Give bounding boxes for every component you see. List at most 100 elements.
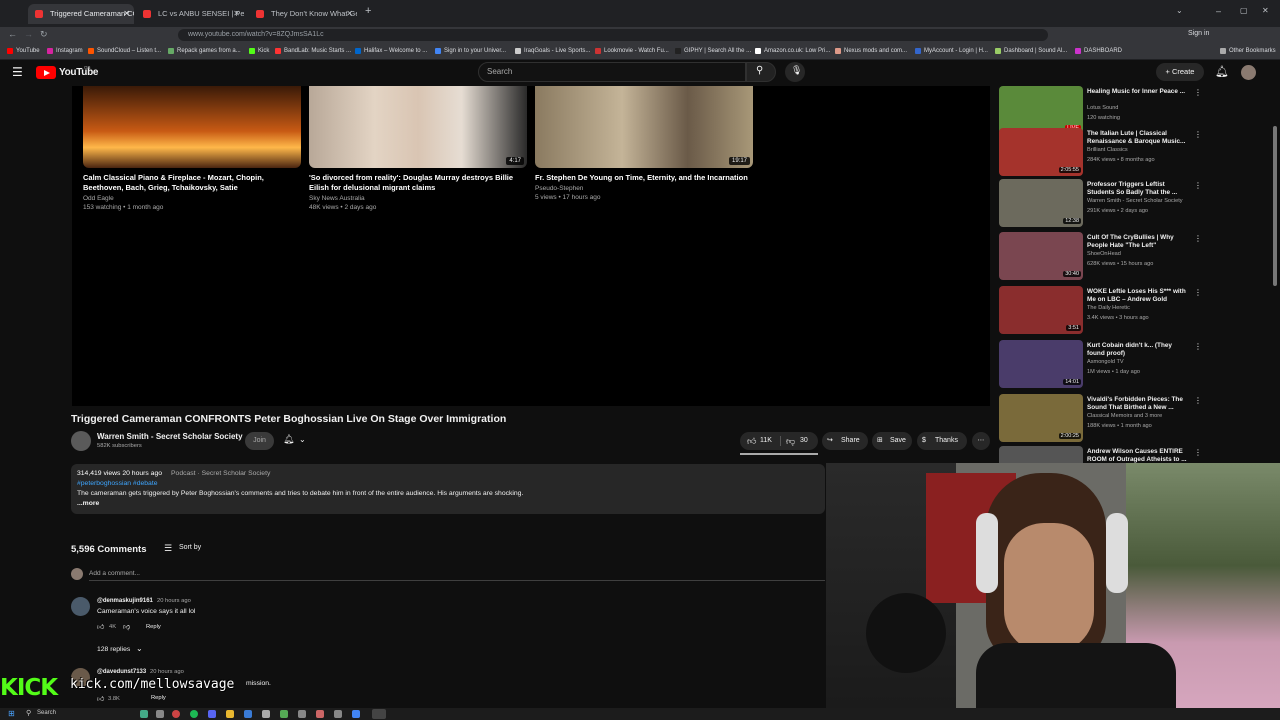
bookmark-item[interactable]: Nexus mods and com... <box>835 46 907 57</box>
related-video[interactable]: 2:05:55 The Italian Lute | Classical Rena… <box>999 128 1269 178</box>
endscreen-title[interactable]: 'So divorced from reality': Douglas Murr… <box>309 173 527 192</box>
bookmark-item[interactable]: IraqGoals - Live Sports... <box>515 46 590 57</box>
endscreen-thumbnail[interactable]: 19:17 <box>535 86 753 168</box>
reply-button[interactable]: Reply <box>151 695 166 701</box>
related-title[interactable]: Professor Triggers Leftist Students So B… <box>1087 181 1187 197</box>
save-button[interactable]: ⊞ Save <box>872 432 912 450</box>
browser-tab[interactable]: LC vs ANBU SENSEI | PenGam✕ <box>136 4 244 24</box>
url-field[interactable]: www.youtube.com/watch?v=8ZQJmsSA1Lc <box>178 29 1048 41</box>
like-icon[interactable]: 👍︎ <box>747 432 756 450</box>
podcast-label[interactable]: Podcast · Secret Scholar Society <box>171 469 270 479</box>
more-vertical-icon[interactable]: ⋮ <box>1194 130 1202 139</box>
related-video[interactable]: 30:40 Cult Of The CryBullies | Why People… <box>999 232 1269 282</box>
voice-search-button[interactable]: 🎙︎ <box>785 62 805 82</box>
sort-by-button[interactable]: Sort by <box>179 544 201 551</box>
search-input[interactable]: Search <box>478 62 746 82</box>
bookmark-item[interactable]: Instagram <box>47 46 83 57</box>
new-tab-button[interactable]: + <box>365 5 371 17</box>
endscreen-title[interactable]: Calm Classical Piano & Fireplace - Mozar… <box>83 173 301 192</box>
taskbar-app-icon[interactable] <box>280 710 288 718</box>
sign-in-button[interactable]: Sign in <box>1188 30 1209 37</box>
close-window-icon[interactable]: ✕ <box>1262 6 1269 15</box>
hashtags[interactable]: #peterboghossian #debate <box>77 479 158 489</box>
close-tab-icon[interactable]: ✕ <box>346 4 353 24</box>
related-video[interactable]: 2:00:25 Vivaldi's Forbidden Pieces: The S… <box>999 394 1269 444</box>
menu-icon[interactable]: ☰ <box>12 65 23 79</box>
dislike-icon[interactable]: 👎︎ <box>123 622 130 631</box>
like-icon[interactable]: 👍︎ <box>97 694 104 703</box>
bookmark-item[interactable]: Repack games from a... <box>168 46 241 57</box>
taskbar-app-icon[interactable] <box>298 710 306 718</box>
taskbar-app-icon[interactable] <box>244 710 252 718</box>
taskbar-search-icon[interactable]: ⚲ <box>26 709 31 717</box>
share-button[interactable]: ↪ Share <box>822 432 868 450</box>
related-thumbnail[interactable]: 2:05:55 <box>999 128 1083 176</box>
more-actions-button[interactable]: ⋯ <box>972 432 990 450</box>
more-vertical-icon[interactable]: ⋮ <box>1194 181 1202 190</box>
search-button[interactable]: ⚲ <box>746 62 776 82</box>
taskbar-app-icon[interactable] <box>352 710 360 718</box>
related-thumbnail[interactable]: 30:40 <box>999 232 1083 280</box>
bookmark-item[interactable]: Kick <box>249 46 269 57</box>
taskbar-app-icon[interactable] <box>334 710 342 718</box>
related-thumbnail[interactable]: LIVE <box>999 86 1083 134</box>
related-video[interactable]: 3:51 WOKE Leftie Loses His S*** with Me o… <box>999 286 1269 336</box>
taskbar-app-icon[interactable] <box>172 710 180 718</box>
close-tab-icon[interactable]: ✕ <box>233 4 240 24</box>
taskbar-app-icon[interactable] <box>226 710 234 718</box>
more-vertical-icon[interactable]: ⋮ <box>1194 88 1202 97</box>
join-button[interactable]: Join <box>245 432 274 450</box>
chevron-down-icon[interactable]: ⌄ <box>299 435 306 444</box>
channel-avatar[interactable] <box>71 431 91 451</box>
related-video[interactable]: 12:38 Professor Triggers Leftist Students… <box>999 179 1269 229</box>
more-vertical-icon[interactable]: ⋮ <box>1194 448 1202 457</box>
other-bookmarks[interactable]: Other Bookmarks <box>1220 46 1276 57</box>
taskbar-app-icon[interactable] <box>140 710 148 718</box>
notifications-icon[interactable]: 🔔︎ <box>1215 65 1229 78</box>
bookmark-item[interactable]: SoundCloud – Listen t... <box>88 46 161 57</box>
close-tab-icon[interactable]: ✕ <box>123 4 130 24</box>
back-icon[interactable]: ← <box>8 29 17 39</box>
like-icon[interactable]: 👍︎ <box>97 622 104 631</box>
related-video[interactable]: 14:01 Kurt Cobain didn't k... (They found… <box>999 340 1269 390</box>
related-title[interactable]: Healing Music for Inner Peace ... <box>1087 88 1187 96</box>
related-title[interactable]: Vivaldi's Forbidden Pieces: The Sound Th… <box>1087 396 1187 412</box>
taskbar-app-icon[interactable] <box>316 710 324 718</box>
endscreen-title[interactable]: Fr. Stephen De Young on Time, Eternity, … <box>535 173 765 183</box>
endscreen-thumbnail[interactable]: 4:17 <box>309 86 527 168</box>
taskbar-search-label[interactable]: Search <box>37 710 56 716</box>
taskbar-app-icon[interactable] <box>190 710 198 718</box>
more-vertical-icon[interactable]: ⋮ <box>1194 396 1202 405</box>
chevron-down-icon[interactable]: ⌄ <box>136 644 143 653</box>
notification-bell-icon[interactable]: 🔔︎ <box>283 434 294 445</box>
page-scrollbar[interactable] <box>1272 86 1278 463</box>
reply-button[interactable]: Reply <box>146 624 161 630</box>
thanks-button[interactable]: $ Thanks <box>917 432 967 450</box>
more-vertical-icon[interactable]: ⋮ <box>1194 288 1202 297</box>
create-button[interactable]: + Create <box>1156 63 1204 81</box>
more-button[interactable]: ...more <box>77 499 99 509</box>
more-vertical-icon[interactable]: ⋮ <box>1194 342 1202 351</box>
taskbar-app-active[interactable] <box>372 709 386 719</box>
browser-tab[interactable]: Triggered Cameraman CONFRONTS✕ <box>28 4 134 24</box>
related-title[interactable]: Andrew Wilson Causes ENTIRE ROOM of Outr… <box>1087 448 1187 464</box>
related-title[interactable]: The Italian Lute | Classical Renaissance… <box>1087 130 1187 146</box>
related-thumbnail[interactable]: 12:38 <box>999 179 1083 227</box>
taskbar-app-icon[interactable] <box>262 710 270 718</box>
reload-icon[interactable]: ↻ <box>40 29 48 40</box>
like-count[interactable]: 11K <box>760 432 772 450</box>
browser-tab[interactable]: They Don't Know What Genre V✕ <box>249 4 357 24</box>
comment-user[interactable]: @denmaskujin9161 <box>97 598 153 604</box>
related-thumbnail[interactable]: 3:51 <box>999 286 1083 334</box>
bookmark-item[interactable]: BandLab: Music Starts ... <box>275 46 351 57</box>
account-avatar[interactable] <box>1241 65 1256 80</box>
related-thumbnail[interactable]: 14:01 <box>999 340 1083 388</box>
bookmark-item[interactable]: Halifax – Welcome to ... <box>355 46 427 57</box>
dislike-count[interactable]: 30 <box>800 432 808 450</box>
tab-search-icon[interactable]: ⌄ <box>1176 6 1183 15</box>
commenter-avatar[interactable] <box>71 597 90 616</box>
channel-name[interactable]: Warren Smith - Secret Scholar Society <box>97 432 243 441</box>
endscreen-thumbnail[interactable] <box>83 86 301 168</box>
taskbar-app-icon[interactable] <box>208 710 216 718</box>
view-replies-button[interactable]: 128 replies <box>97 646 130 653</box>
